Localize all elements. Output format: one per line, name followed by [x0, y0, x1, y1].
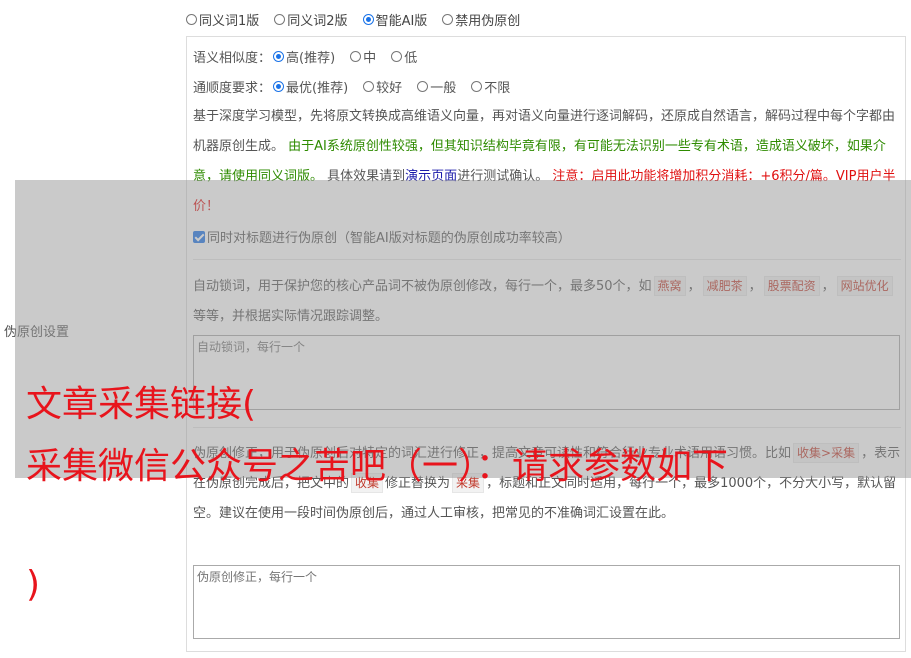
divider — [193, 259, 901, 260]
radio-ai-version[interactable]: 智能AI版 — [362, 10, 428, 29]
lock-words-description: 自动锁词，用于保护您的核心产品词不被伪原创修改，每行一个，最多50个，如 燕窝，减… — [193, 272, 901, 332]
fluency-label: 通顺度要求： — [193, 81, 272, 96]
correction-textarea[interactable] — [193, 565, 900, 639]
radio-circle[interactable] — [273, 51, 285, 62]
radio-circle[interactable] — [417, 81, 429, 92]
radio-label: 不限 — [484, 81, 511, 96]
radio-label: 一般 — [430, 81, 457, 96]
correction-text: 伪原创修正，用于伪原创后对特定的词汇进行修正，提高文章可读性和符合行业专业术语用… — [193, 446, 792, 461]
radio-fluency-good[interactable]: 较好 — [363, 77, 402, 96]
radio-circle[interactable] — [274, 13, 286, 25]
keyword-example: 股票配资 — [763, 276, 820, 296]
correction-example: 收集>采集 — [793, 443, 860, 463]
radio-synonym-v1[interactable]: 同义词1版 — [186, 10, 259, 29]
rewrite-settings-panel: 语义相似度： 高(推荐) 中 低 通顺度要求： 最优(推荐) 较好 一般 不限 … — [186, 36, 906, 652]
rewrite-settings-label: 伪原创设置 — [4, 325, 70, 340]
radio-label: 低 — [404, 51, 418, 66]
similarity-row: 语义相似度： 高(推荐) 中 低 — [193, 47, 432, 66]
demo-page-link[interactable]: 演示页面 — [405, 169, 457, 184]
radio-circle[interactable] — [350, 51, 362, 62]
watermark-line-3: ) — [26, 564, 41, 605]
correction-example: 收集 — [351, 473, 384, 493]
radio-similarity-high[interactable]: 高(推荐) — [273, 47, 335, 66]
description-text-3: 进行测试确认。 — [457, 169, 549, 184]
ai-description: 基于深度学习模型，先将原文转换成高维语义向量，再对语义向量进行逐词解码，还原成自… — [193, 102, 901, 222]
radio-circle[interactable] — [273, 81, 285, 92]
correction-text-3: 修正替换为 — [385, 476, 451, 491]
correction-example: 采集 — [452, 473, 485, 493]
radio-circle[interactable] — [362, 13, 374, 25]
title-rewrite-label: 同时对标题进行伪原创（智能AI版对标题的伪原创成功率较高） — [207, 231, 571, 246]
radio-label: 最优(推荐) — [286, 81, 349, 96]
title-rewrite-checkbox[interactable] — [193, 230, 205, 243]
keyword-example: 减肥茶 — [702, 276, 747, 296]
lock-words-text: 自动锁词，用于保护您的核心产品词不被伪原创修改，每行一个，最多50个，如 — [193, 279, 652, 294]
radio-circle[interactable] — [391, 51, 403, 62]
radio-similarity-low[interactable]: 低 — [391, 47, 417, 66]
lock-words-text-2: 等等，并根据实际情况跟踪调整。 — [193, 309, 389, 324]
radio-label: 禁用伪原创 — [455, 13, 521, 29]
lock-words-textarea[interactable] — [193, 335, 900, 410]
radio-label: 较好 — [376, 81, 403, 96]
radio-similarity-medium[interactable]: 中 — [350, 47, 376, 66]
correction-description: 伪原创修正，用于伪原创后对特定的词汇进行修正，提高文章可读性和符合行业专业术语用… — [193, 439, 901, 529]
title-rewrite-checkbox-row[interactable]: 同时对标题进行伪原创（智能AI版对标题的伪原创成功率较高） — [193, 227, 571, 246]
divider — [193, 427, 901, 428]
radio-fluency-unlimited[interactable]: 不限 — [471, 77, 510, 96]
keyword-example: 网站优化 — [836, 276, 893, 296]
radio-circle[interactable] — [471, 81, 483, 92]
version-radio-group: 同义词1版 同义词2版 智能AI版 禁用伪原创 — [186, 10, 535, 29]
keyword-example: 燕窝 — [653, 276, 686, 296]
radio-label: 同义词1版 — [199, 13, 260, 29]
radio-circle[interactable] — [186, 13, 197, 25]
radio-synonym-v2[interactable]: 同义词2版 — [274, 10, 348, 29]
radio-label: 同义词2版 — [287, 13, 348, 29]
radio-fluency-normal[interactable]: 一般 — [417, 77, 456, 96]
radio-fluency-best[interactable]: 最优(推荐) — [273, 77, 348, 96]
fluency-row: 通顺度要求： 最优(推荐) 较好 一般 不限 — [193, 77, 525, 96]
radio-circle[interactable] — [363, 81, 375, 92]
similarity-label: 语义相似度： — [193, 51, 272, 66]
radio-label: 高(推荐) — [286, 51, 336, 66]
radio-label: 智能AI版 — [375, 13, 428, 29]
radio-disable-rewrite[interactable]: 禁用伪原创 — [442, 10, 520, 29]
radio-circle[interactable] — [442, 13, 454, 25]
description-text-2: 具体效果请到 — [327, 169, 406, 184]
radio-label: 中 — [363, 51, 377, 66]
